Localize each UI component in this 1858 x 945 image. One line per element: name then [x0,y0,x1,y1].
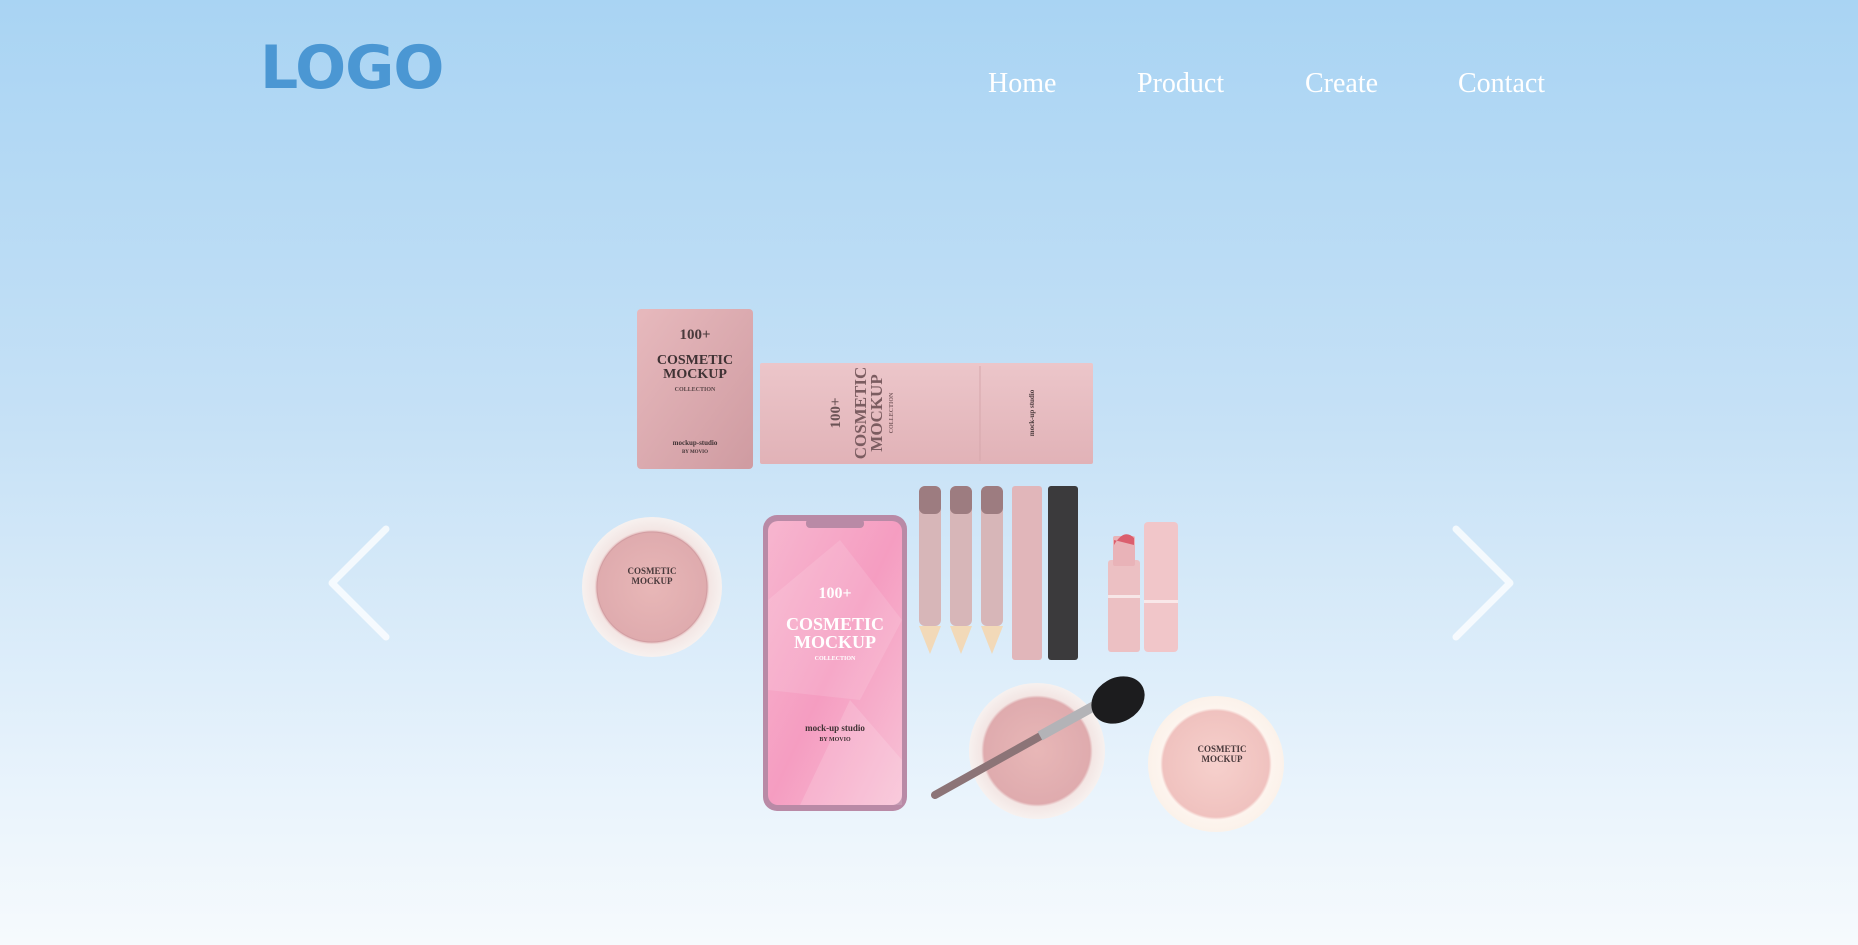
sachet-title-1: COSMETIC [657,353,733,368]
jar-right-product: COSMETIC MOCKUP [1148,696,1284,832]
sachet-title-2: MOCKUP [663,367,727,382]
jar-brush-product [931,676,1145,819]
sachet-product: 100+ COSMETIC MOCKUP COLLECTION mockup-s… [637,309,753,469]
jar-left-title-2: MOCKUP [632,576,673,586]
sachet-by: BY MOVIO [682,450,708,455]
jar-left-title-1: COSMETIC [627,566,676,576]
phone-product: 100+ COSMETIC MOCKUP COLLECTION mock-up … [763,515,907,811]
lipsticks-product [1108,522,1178,652]
phone-subtitle: COLLECTION [815,656,856,662]
jar-left-product: COSMETIC MOCKUP [582,517,722,657]
jar-right-title-2: MOCKUP [1202,754,1243,764]
pencils-product [919,486,1078,660]
phone-by: BY MOVIO [819,737,851,743]
phone-count: 100+ [818,585,851,602]
box-title-2: MOCKUP [867,374,886,451]
sachet-studio: mockup-studio [673,439,718,447]
phone-title-1: COSMETIC [786,614,884,634]
box-count: 100+ [828,397,844,428]
carousel-slide-image: 100+ COSMETIC MOCKUP COLLECTION mockup-s… [582,309,1284,832]
jar-right-title-1: COSMETIC [1197,744,1246,754]
box-product: 100+ COSMETIC MOCKUP COLLECTION mock-up … [760,363,1093,464]
box-subtitle: COLLECTION [889,392,895,433]
sachet-subtitle: COLLECTION [675,387,716,393]
sachet-count: 100+ [679,327,710,343]
box-studio: mock-up studio [1028,389,1036,436]
phone-title-2: MOCKUP [794,632,876,652]
phone-studio: mock-up studio [805,723,865,733]
